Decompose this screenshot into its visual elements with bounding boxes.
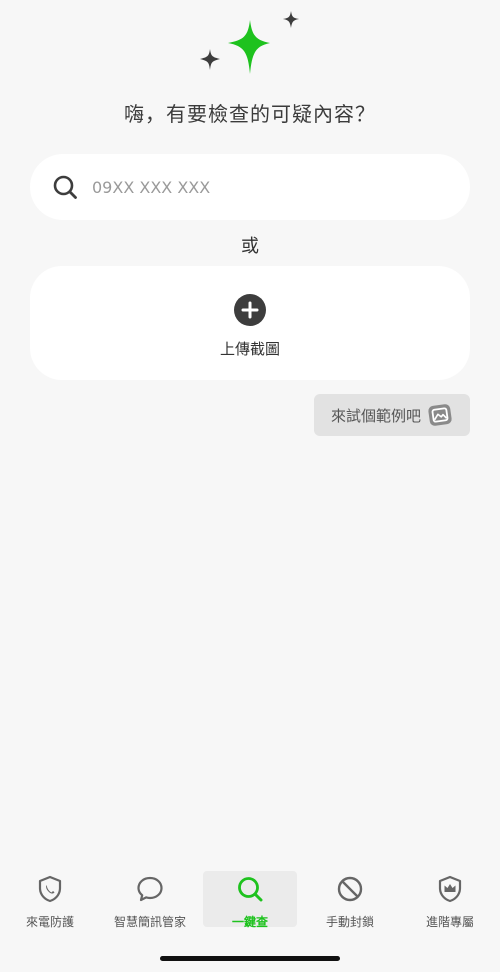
search-icon [53, 175, 77, 199]
tab-call-protection[interactable]: 來電防護 [0, 866, 100, 932]
block-icon [337, 876, 363, 902]
try-example-button[interactable]: 來試個範例吧 [314, 394, 470, 436]
crown-shield-icon [438, 875, 462, 903]
or-divider-label: 或 [241, 236, 259, 257]
bottom-tab-bar: 來電防護 智慧簡訊管家 一鍵查 手動封鎖 進階專屬 [0, 866, 500, 932]
upload-screenshot-label: 上傳截圖 [219, 340, 280, 358]
tab-label: 智慧簡訊管家 [113, 915, 186, 929]
tab-label: 一鍵查 [231, 915, 268, 929]
upload-screenshot-button[interactable]: 上傳截圖 [30, 266, 470, 380]
try-example-label: 來試個範例吧 [330, 406, 421, 425]
chat-bubble-icon [137, 876, 163, 902]
tab-label: 手動封鎖 [325, 915, 374, 929]
sparkle-small-right-icon [283, 11, 299, 28]
image-icon [428, 404, 452, 426]
home-indicator[interactable] [160, 956, 340, 961]
tab-premium[interactable]: 進階專屬 [400, 866, 500, 932]
tab-label: 來電防護 [25, 915, 74, 929]
phone-search-box[interactable] [30, 154, 470, 220]
phone-number-input[interactable] [90, 176, 434, 198]
tab-one-click-check[interactable]: 一鍵查 [200, 866, 300, 932]
page-title: 嗨，有要檢查的可疑內容？ [124, 102, 376, 126]
shield-phone-icon [38, 875, 62, 903]
sparkle-small-left-icon [200, 49, 220, 70]
add-circle-icon [234, 294, 266, 326]
sparkles-icon [200, 11, 299, 74]
tab-manual-block[interactable]: 手動封鎖 [300, 866, 400, 932]
tab-smart-sms[interactable]: 智慧簡訊管家 [100, 866, 200, 932]
sparkle-large-icon [228, 20, 270, 74]
tab-label: 進階專屬 [425, 915, 474, 929]
search-icon [238, 877, 263, 902]
